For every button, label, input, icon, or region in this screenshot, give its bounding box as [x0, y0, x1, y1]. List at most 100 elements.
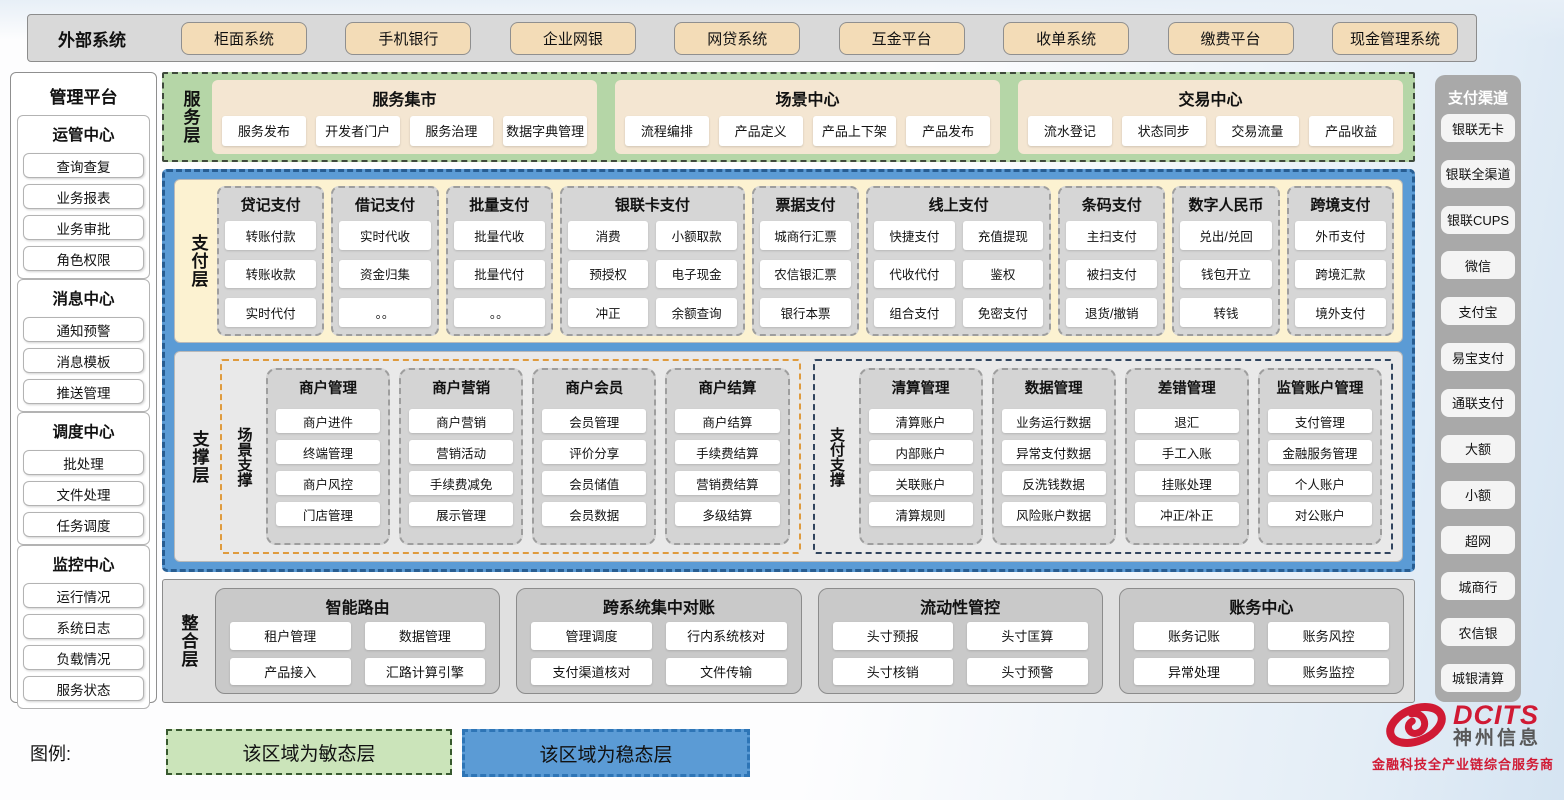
payment-channel-box: 农信银	[1441, 618, 1515, 646]
payment-channel-box: 银联全渠道	[1441, 160, 1515, 188]
support-item-box: 商户风控	[276, 471, 380, 495]
support-item-box: 评价分享	[542, 440, 646, 464]
integration-item-box: 异常处理	[1134, 658, 1255, 686]
integration-item-box: 账务监控	[1268, 658, 1389, 686]
payment-column-title: 数字人民币	[1180, 191, 1271, 221]
payment-item-box: 充值提现	[963, 221, 1043, 250]
payment-column: 贷记支付转账付款转账收款实时代付	[217, 186, 324, 336]
external-systems-list: 柜面系统手机银行企业网银网贷系统互金平台收单系统缴费平台现金管理系统	[181, 22, 1458, 55]
integration-item-box: 租户管理	[230, 622, 351, 650]
payment-item-box: 境外支付	[1295, 298, 1386, 327]
payment-item-box: 转账付款	[225, 221, 316, 250]
payment-column: 条码支付主扫支付被扫支付退货/撤销	[1058, 186, 1165, 336]
dcits-swirl-icon	[1385, 700, 1447, 750]
support-item-box: 风险账户数据	[1002, 502, 1106, 526]
brand-logo: DCITS 神州信息 金融科技全产业链综合服务商	[1372, 700, 1554, 773]
external-systems-label: 外部系统	[58, 26, 126, 51]
logo-tagline: 金融科技全产业链综合服务商	[1372, 754, 1554, 773]
support-column-title: 差错管理	[1135, 374, 1239, 402]
support-column: 清算管理清算账户内部账户关联账户清算规则	[859, 368, 983, 545]
payment-item-box: 小额取款	[656, 221, 736, 250]
service-item-box: 产品收益	[1309, 116, 1393, 146]
payment-item-box: 预授权	[568, 260, 648, 289]
support-zone-label: 场景支撑	[231, 368, 257, 545]
payment-columns: 贷记支付转账付款转账收款实时代付借记支付实时代收资金归集。。批量支付批量代收批量…	[217, 186, 1394, 336]
management-item-box: 系统日志	[23, 614, 144, 639]
integration-item-box: 汇路计算引擎	[365, 658, 486, 686]
payment-column-items: 快捷支付充值提现代收代付鉴权组合支付免密支付	[874, 221, 1043, 327]
payment-layer: 支付层 贷记支付转账付款转账收款实时代付借记支付实时代收资金归集。。批量支付批量…	[174, 179, 1403, 343]
payment-column-title: 线上支付	[874, 191, 1043, 221]
management-item-box: 文件处理	[23, 481, 144, 506]
management-item-box: 业务审批	[23, 215, 144, 240]
payment-item-box: 余额查询	[656, 298, 736, 327]
payment-item-box: 批量代付	[454, 260, 545, 289]
service-item-box: 状态同步	[1122, 116, 1206, 146]
payment-item-box: 钱包开立	[1180, 260, 1271, 289]
service-item-box: 交易流量	[1216, 116, 1300, 146]
management-item-box: 业务报表	[23, 184, 144, 209]
support-item-box: 会员储值	[542, 471, 646, 495]
support-item-box: 退汇	[1135, 409, 1239, 433]
management-group-title: 运管中心	[23, 120, 144, 147]
integration-groups: 智能路由租户管理数据管理产品接入汇路计算引擎跨系统集中对账管理调度行内系统核对支…	[215, 588, 1404, 694]
support-item-box: 挂账处理	[1135, 471, 1239, 495]
integration-group-title: 智能路由	[230, 591, 485, 622]
payment-item-box: 转账收款	[225, 260, 316, 289]
service-group: 交易中心流水登记状态同步交易流量产品收益	[1018, 80, 1403, 154]
support-column: 商户管理商户进件终端管理商户风控门店管理	[266, 368, 390, 545]
payment-column: 数字人民币兑出/兑回钱包开立转钱	[1172, 186, 1279, 336]
management-group-title: 监控中心	[23, 550, 144, 577]
payment-item-box: 代收代付	[874, 260, 954, 289]
payment-item-box: 被扫支付	[1066, 260, 1157, 289]
payment-column-items: 消费小额取款预授权电子现金冲正余额查询	[568, 221, 737, 327]
stable-layer-container: 支付层 贷记支付转账付款转账收款实时代付借记支付实时代收资金归集。。批量支付批量…	[162, 169, 1415, 572]
payment-column-title: 批量支付	[454, 191, 545, 221]
support-item-box: 金融服务管理	[1268, 440, 1372, 464]
payment-column-items: 城商行汇票农信银汇票银行本票	[760, 221, 851, 327]
payment-channel-box: 银联无卡	[1441, 114, 1515, 142]
management-item-box: 查询查复	[23, 153, 144, 178]
payment-column: 跨境支付外币支付跨境汇款境外支付	[1287, 186, 1394, 336]
external-system-box: 互金平台	[839, 22, 965, 55]
payment-layer-label: 支付层	[183, 186, 213, 336]
payment-item-box: 免密支付	[963, 298, 1043, 327]
integration-group-items: 头寸预报头寸匡算头寸核销头寸预警	[833, 622, 1088, 685]
management-group: 监控中心运行情况系统日志负载情况服务状态	[17, 545, 150, 709]
management-item-box: 服务状态	[23, 676, 144, 701]
payment-column-title: 银联卡支付	[568, 191, 737, 221]
support-item-box: 反洗钱数据	[1002, 471, 1106, 495]
support-item-box: 商户结算	[675, 409, 779, 433]
legend-boxes: 该区域为敏态层该区域为稳态层	[166, 729, 760, 777]
payment-item-box: 冲正	[568, 298, 648, 327]
support-zone: 支付支撑清算管理清算账户内部账户关联账户清算规则数据管理业务运行数据异常支付数据…	[813, 359, 1394, 554]
external-system-box: 缴费平台	[1168, 22, 1294, 55]
service-group-title: 交易中心	[1028, 84, 1393, 115]
support-zone: 场景支撑商户管理商户进件终端管理商户风控门店管理商户营销商户营销营销活动手续费减…	[220, 359, 801, 554]
legend-box-green: 该区域为敏态层	[166, 729, 452, 775]
payment-column-title: 借记支付	[339, 191, 430, 221]
support-item-box: 多级结算	[675, 502, 779, 526]
support-item-box: 终端管理	[276, 440, 380, 464]
legend-label: 图例:	[30, 740, 71, 766]
integration-group-items: 租户管理数据管理产品接入汇路计算引擎	[230, 622, 485, 685]
support-column: 商户会员会员管理评价分享会员储值会员数据	[532, 368, 656, 545]
management-item-box: 批处理	[23, 450, 144, 475]
management-platform-title: 管理平台	[17, 78, 150, 115]
support-item-box: 商户进件	[276, 409, 380, 433]
logo-company-name: 神州信息	[1453, 729, 1541, 749]
support-item-box: 关联账户	[869, 471, 973, 495]
external-system-box: 网贷系统	[674, 22, 800, 55]
integration-group-title: 流动性管控	[833, 591, 1088, 622]
integration-item-box: 账务风控	[1268, 622, 1389, 650]
integration-group: 流动性管控头寸预报头寸匡算头寸核销头寸预警	[818, 588, 1103, 694]
service-group: 场景中心流程编排产品定义产品上下架产品发布	[615, 80, 1000, 154]
payment-item-box: 银行本票	[760, 298, 851, 327]
management-platform-panel: 管理平台 运管中心查询查复业务报表业务审批角色权限消息中心通知预警消息模板推送管…	[10, 72, 157, 703]
external-system-box: 收单系统	[1003, 22, 1129, 55]
support-item-box: 对公账户	[1268, 502, 1372, 526]
integration-item-box: 头寸匡算	[967, 622, 1088, 650]
support-column-title: 监管账户管理	[1268, 374, 1372, 402]
support-zone-label: 支付支撑	[824, 368, 850, 545]
payment-item-box: 消费	[568, 221, 648, 250]
